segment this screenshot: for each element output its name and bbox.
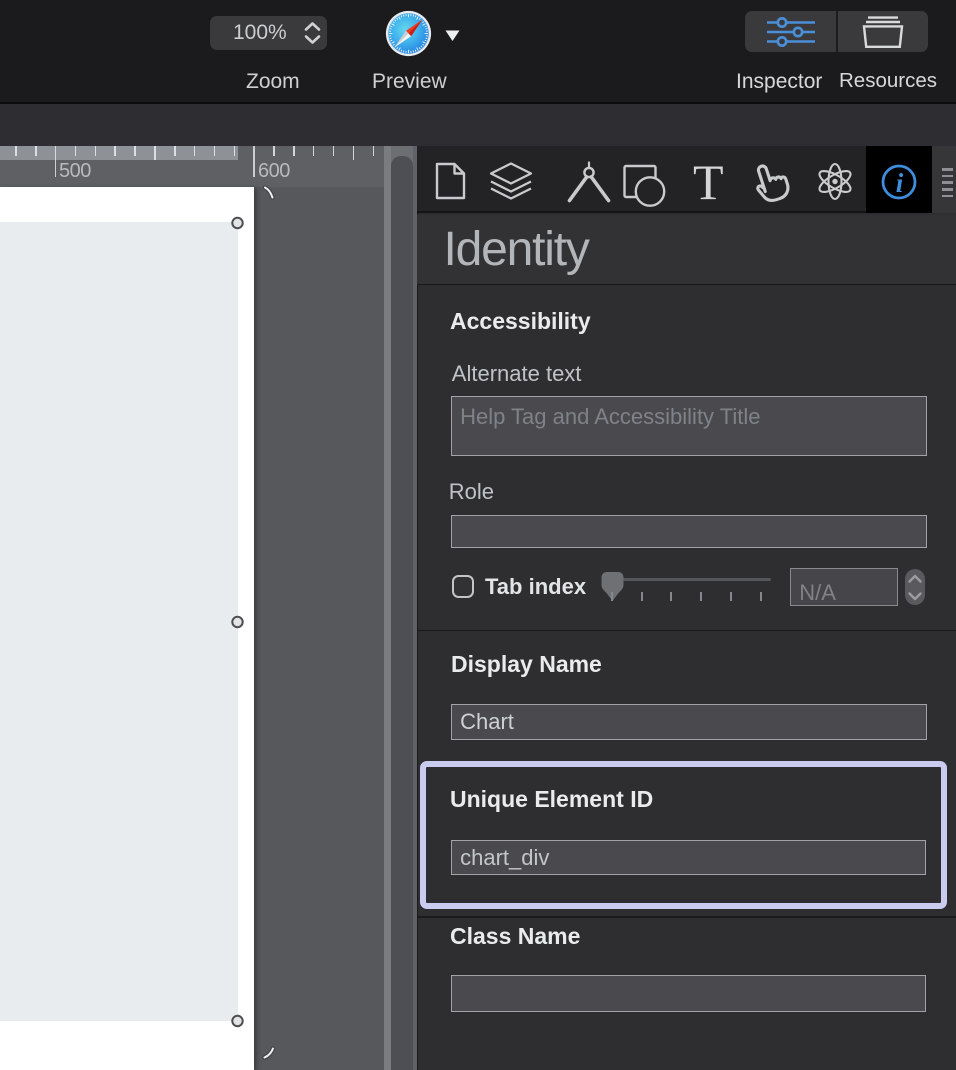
svg-text:i: i	[896, 168, 904, 198]
